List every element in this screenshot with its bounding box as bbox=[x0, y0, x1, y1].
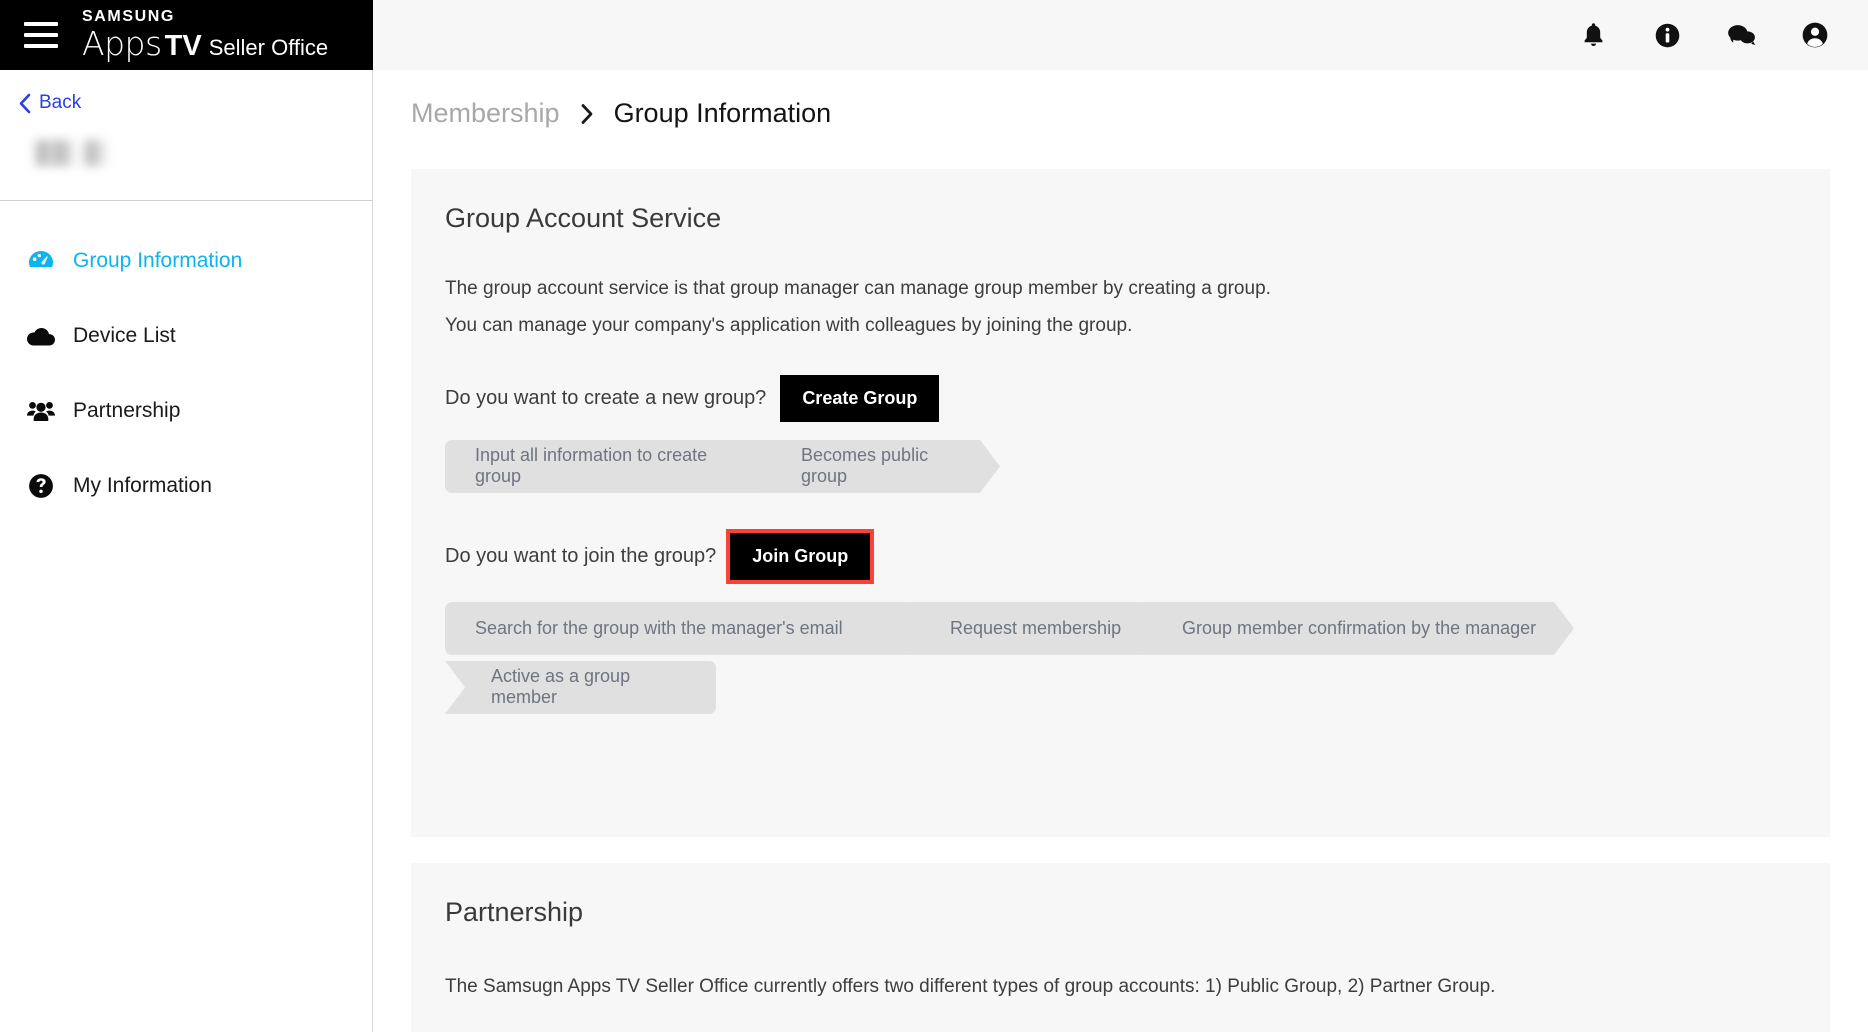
breadcrumb: Membership Group Information bbox=[373, 70, 1868, 129]
hamburger-line bbox=[24, 22, 58, 26]
flow-step: Request membership bbox=[904, 602, 1156, 655]
account-name-redacted bbox=[33, 140, 117, 166]
hamburger-menu-icon[interactable] bbox=[24, 22, 58, 48]
breadcrumb-parent[interactable]: Membership bbox=[411, 98, 560, 129]
top-icon-group bbox=[1578, 20, 1830, 50]
logo-apps-text: Apps bbox=[82, 24, 162, 63]
app-root: SAMSUNG Apps TV Seller Office Back Group… bbox=[0, 0, 1868, 1032]
sidebar-item-group-information[interactable]: Group Information bbox=[0, 223, 372, 298]
sidebar: Back Group Information Device List Partn… bbox=[0, 70, 373, 1032]
join-group-flow: Search for the group with the manager's … bbox=[445, 602, 1798, 714]
join-group-question: Do you want to join the group? bbox=[445, 544, 717, 567]
logo-tv-text: TV bbox=[164, 30, 202, 62]
logo-samsung-text: SAMSUNG bbox=[82, 8, 175, 25]
section-title: Partnership bbox=[445, 897, 584, 927]
hamburger-line bbox=[24, 44, 58, 48]
sidebar-item-label: Group Information bbox=[73, 248, 243, 272]
create-group-row: Do you want to create a new group? Creat… bbox=[445, 374, 1798, 422]
hamburger-line bbox=[24, 33, 58, 37]
create-group-button[interactable]: Create Group bbox=[780, 374, 940, 422]
partnership-card: Partnership The Samsugn Apps TV Seller O… bbox=[411, 863, 1830, 1032]
account-icon[interactable] bbox=[1800, 20, 1830, 50]
flow-step: Active as a group member bbox=[445, 660, 716, 714]
create-group-flow: Input all information to create group Be… bbox=[445, 440, 1798, 493]
top-utility-bar bbox=[373, 0, 1868, 70]
join-group-row: Do you want to join the group? Join Grou… bbox=[445, 528, 1798, 584]
sidebar-item-partnership[interactable]: Partnership bbox=[0, 373, 372, 448]
section-paragraph: You can manage your company's applicatio… bbox=[445, 315, 1133, 337]
section-title: Group Account Service bbox=[445, 203, 722, 233]
section-paragraph: The Samsugn Apps TV Seller Office curren… bbox=[445, 976, 1496, 997]
people-group-icon bbox=[26, 400, 56, 422]
sidebar-nav: Group Information Device List Partnershi… bbox=[0, 201, 372, 523]
flow-step: Input all information to create group bbox=[445, 440, 775, 493]
main-content: Membership Group Information Group Accou… bbox=[373, 70, 1868, 1032]
back-label: Back bbox=[39, 92, 82, 113]
info-icon[interactable] bbox=[1652, 20, 1682, 50]
sidebar-item-label: My Information bbox=[73, 473, 212, 497]
breadcrumb-current: Group Information bbox=[613, 98, 832, 128]
app-logo[interactable]: SAMSUNG Apps TV Seller Office bbox=[82, 9, 328, 61]
chevron-right-icon bbox=[580, 103, 594, 125]
sidebar-item-label: Device List bbox=[73, 323, 176, 347]
sidebar-item-my-information[interactable]: My Information bbox=[0, 448, 372, 523]
flow-step: Search for the group with the manager's … bbox=[445, 602, 924, 655]
join-group-button[interactable]: Join Group bbox=[726, 528, 875, 584]
section-paragraph: The group account service is that group … bbox=[445, 278, 1271, 299]
create-group-question: Do you want to create a new group? bbox=[445, 386, 767, 409]
back-button[interactable]: Back bbox=[0, 70, 372, 114]
chevron-left-icon bbox=[18, 93, 31, 114]
notification-bell-icon[interactable] bbox=[1578, 20, 1608, 50]
sidebar-item-device-list[interactable]: Device List bbox=[0, 298, 372, 373]
brand-bar: SAMSUNG Apps TV Seller Office bbox=[0, 0, 373, 70]
sidebar-item-label: Partnership bbox=[73, 398, 181, 422]
question-circle-icon bbox=[26, 473, 56, 499]
flow-step: Group member confirmation by the manager bbox=[1136, 602, 1574, 655]
dashboard-icon bbox=[26, 250, 56, 272]
logo-seller-office-text: Seller Office bbox=[208, 35, 329, 60]
group-account-service-card: Group Account Service The group account … bbox=[411, 169, 1830, 837]
cloud-icon bbox=[26, 326, 56, 346]
flow-step: Becomes public group bbox=[755, 440, 1000, 493]
chat-icon[interactable] bbox=[1726, 20, 1756, 50]
